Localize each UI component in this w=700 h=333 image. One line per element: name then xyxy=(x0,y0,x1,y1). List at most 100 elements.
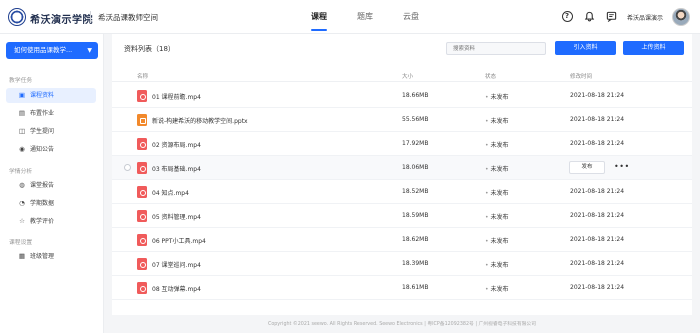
table-row[interactable]: 02 资源布局.mp4 17.92MB 未发布 2021-08-18 21:24 xyxy=(112,132,692,156)
report-icon: ◍ xyxy=(19,181,25,189)
table-row[interactable]: 08 互动弹幕.mp4 18.61MB 未发布 2021-08-18 21:24 xyxy=(112,276,692,300)
sidebar-item-term-data[interactable]: ◔ 学期数据 xyxy=(6,196,96,211)
file-name[interactable]: 02 资源布局.mp4 xyxy=(152,140,201,149)
file-size: 18.59MB xyxy=(402,212,429,219)
video-file-icon xyxy=(137,258,147,270)
bell-icon[interactable] xyxy=(582,9,596,23)
file-date: 2021-08-18 21:24 xyxy=(570,260,625,267)
video-file-icon xyxy=(137,90,147,102)
sidebar-item-course-materials[interactable]: ▣ 课程资料 xyxy=(6,88,96,103)
table-row[interactable]: 新说-构建希沃的移动教学空间.pptx 55.56MB 未发布 2021-08-… xyxy=(112,108,692,132)
file-status: 未发布 xyxy=(485,140,509,149)
sidebar-item-label: 学期数据 xyxy=(30,200,55,207)
sidebar-group-title: 课程设置 xyxy=(9,240,33,246)
file-name[interactable]: 新说-构建希沃的移动教学空间.pptx xyxy=(152,116,248,125)
file-size: 18.52MB xyxy=(402,188,429,195)
file-name[interactable]: 01 课程前瞻.mp4 xyxy=(152,92,201,101)
file-name[interactable]: 04 知点.mp4 xyxy=(152,188,189,197)
nav-tab-courses[interactable]: 课程 xyxy=(296,0,342,34)
file-status: 未发布 xyxy=(485,260,509,269)
table-row[interactable]: 01 课程前瞻.mp4 18.66MB 未发布 2021-08-18 21:24 xyxy=(112,84,692,108)
main-nav: 课程 题库 云盘 xyxy=(296,0,434,34)
announce-icon: ◉ xyxy=(19,145,25,153)
video-file-icon xyxy=(137,210,147,222)
sidebar-item-label: 学生提问 xyxy=(30,128,55,135)
file-status: 未发布 xyxy=(485,284,509,293)
file-date: 2021-08-18 21:24 xyxy=(570,116,625,123)
avatar[interactable] xyxy=(672,8,690,26)
file-status: 未发布 xyxy=(485,188,509,197)
column-header-date[interactable]: 修改时间 xyxy=(570,72,592,80)
file-size: 18.62MB xyxy=(402,236,429,243)
file-status: 未发布 xyxy=(485,212,509,221)
search-input[interactable] xyxy=(446,42,546,55)
nav-tab-question-bank[interactable]: 题库 xyxy=(342,0,388,34)
table-row[interactable]: 07 课堂巡问.mp4 18.39MB 未发布 2021-08-18 21:24 xyxy=(112,252,692,276)
nav-tab-cloud-disk[interactable]: 云盘 xyxy=(388,0,434,34)
sidebar-item-teaching-evaluation[interactable]: ☆ 教学评价 xyxy=(6,214,96,229)
materials-panel: 资料列表（18） 引入资料 上传资料 名称 大小 状态 修改时间 01 课程前瞻… xyxy=(112,34,692,315)
column-header-name[interactable]: 名称 xyxy=(137,72,148,80)
file-size: 18.39MB xyxy=(402,260,429,267)
table-row[interactable]: 06 PPT小工具.mp4 18.62MB 未发布 2021-08-18 21:… xyxy=(112,228,692,252)
file-status: 未发布 xyxy=(485,164,509,173)
class-icon: ▦ xyxy=(18,252,26,260)
table-header: 名称 大小 状态 修改时间 xyxy=(112,68,692,82)
column-header-status[interactable]: 状态 xyxy=(485,72,496,80)
file-date: 2021-08-18 21:24 xyxy=(570,92,625,99)
file-date: 2021-08-18 21:24 xyxy=(570,140,625,147)
homework-icon: ▤ xyxy=(18,109,26,117)
rating-icon: ☆ xyxy=(19,217,25,225)
data-icon: ◔ xyxy=(19,199,25,207)
header-divider xyxy=(90,11,91,23)
footer-copyright: Copyright ©2021 seewo. All Rights Reserv… xyxy=(267,322,537,327)
file-name[interactable]: 06 PPT小工具.mp4 xyxy=(152,236,206,245)
file-name[interactable]: 05 资料管理.mp4 xyxy=(152,212,201,221)
table-row[interactable]: 04 知点.mp4 18.52MB 未发布 2021-08-18 21:24 xyxy=(112,180,692,204)
file-date: 2021-08-18 21:24 xyxy=(570,236,625,243)
file-status: 未发布 xyxy=(485,92,509,101)
file-size: 18.61MB xyxy=(402,284,429,291)
top-header: 希沃演示学院 希沃品课教师空间 课程 题库 云盘 ? 希沃品课演示 xyxy=(0,0,700,34)
video-icon: ▣ xyxy=(18,91,26,99)
sidebar-item-class-report[interactable]: ◍ 课堂报告 xyxy=(6,178,96,193)
sidebar-group-title: 学情分析 xyxy=(9,169,33,175)
file-status: 未发布 xyxy=(485,116,509,125)
sidebar-item-label: 通知公告 xyxy=(30,146,55,153)
table-row[interactable]: 03 布局基础.mp4 18.06MB 未发布 发布 ••• xyxy=(112,156,692,180)
file-date: 2021-08-18 21:24 xyxy=(570,284,625,291)
file-name[interactable]: 03 布局基础.mp4 xyxy=(152,164,201,173)
header-icons: ? xyxy=(560,9,618,23)
more-options-icon[interactable]: ••• xyxy=(614,162,630,171)
import-material-button[interactable]: 引入资料 xyxy=(555,41,616,55)
row-checkbox[interactable] xyxy=(124,164,131,171)
sidebar-item-class-management[interactable]: ▦ 班级管理 xyxy=(6,249,96,264)
user-name[interactable]: 希沃品课演示 xyxy=(627,13,663,22)
video-file-icon xyxy=(137,234,147,246)
file-size: 18.06MB xyxy=(402,164,429,171)
video-file-icon xyxy=(137,186,147,198)
school-logo-icon[interactable] xyxy=(8,8,26,26)
video-file-icon xyxy=(137,282,147,294)
school-name[interactable]: 希沃演示学院 xyxy=(30,11,93,26)
message-icon[interactable] xyxy=(604,9,618,23)
sidebar-item-label: 课堂报告 xyxy=(30,182,55,189)
course-selector[interactable]: 如何使用品课教学... ▼ xyxy=(6,42,98,59)
sidebar-item-announcements[interactable]: ◉ 通知公告 xyxy=(6,142,96,157)
file-status: 未发布 xyxy=(485,236,509,245)
file-date: 2021-08-18 21:24 xyxy=(570,188,625,195)
sidebar-item-homework[interactable]: ▤ 布置作业 xyxy=(6,106,96,121)
publish-button[interactable]: 发布 xyxy=(569,161,605,174)
sidebar-item-student-questions[interactable]: ◫ 学生提问 xyxy=(6,124,96,139)
help-icon[interactable]: ? xyxy=(560,9,574,23)
file-name[interactable]: 08 互动弹幕.mp4 xyxy=(152,284,201,293)
sidebar-item-label: 课程资料 xyxy=(30,92,55,99)
chevron-down-icon: ▼ xyxy=(87,47,92,54)
video-file-icon xyxy=(137,138,147,150)
upload-material-button[interactable]: 上传资料 xyxy=(623,41,684,55)
video-file-icon xyxy=(137,162,147,174)
course-selector-label: 如何使用品课教学... xyxy=(14,46,73,54)
table-row[interactable]: 05 资料管理.mp4 18.59MB 未发布 2021-08-18 21:24 xyxy=(112,204,692,228)
column-header-size[interactable]: 大小 xyxy=(402,72,413,80)
file-name[interactable]: 07 课堂巡问.mp4 xyxy=(152,260,201,269)
